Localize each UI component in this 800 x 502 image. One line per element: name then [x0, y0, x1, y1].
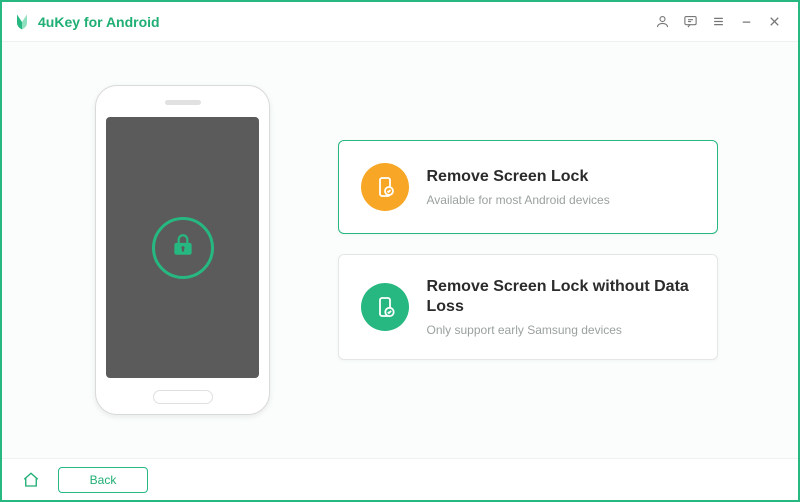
option-text: Remove Screen Lock Available for most An…	[427, 167, 610, 207]
option-title: Remove Screen Lock without Data Loss	[427, 277, 695, 317]
option-remove-screen-lock[interactable]: Remove Screen Lock Available for most An…	[338, 140, 718, 234]
lock-ring	[152, 217, 214, 279]
close-button[interactable]	[760, 8, 788, 36]
menu-button[interactable]	[704, 8, 732, 36]
app-title: 4uKey for Android	[38, 14, 160, 30]
phone-speaker	[165, 100, 201, 105]
phone-screen	[106, 117, 259, 378]
option-subtitle: Only support early Samsung devices	[427, 323, 695, 337]
phone-check-icon	[361, 283, 409, 331]
back-button-label: Back	[90, 473, 117, 487]
option-subtitle: Available for most Android devices	[427, 193, 610, 207]
phone-unlock-icon	[361, 163, 409, 211]
minimize-button[interactable]	[732, 8, 760, 36]
main-content: Remove Screen Lock Available for most An…	[2, 42, 798, 458]
feedback-button[interactable]	[676, 8, 704, 36]
lock-icon	[170, 232, 196, 263]
option-remove-without-data-loss[interactable]: Remove Screen Lock without Data Loss Onl…	[338, 254, 718, 360]
app-logo: 4uKey for Android	[12, 12, 160, 32]
option-text: Remove Screen Lock without Data Loss Onl…	[427, 277, 695, 337]
phone-home-button	[153, 390, 213, 404]
phone-illustration	[83, 85, 283, 415]
titlebar: 4uKey for Android	[2, 2, 798, 42]
option-title: Remove Screen Lock	[427, 167, 610, 187]
account-button[interactable]	[648, 8, 676, 36]
options-list: Remove Screen Lock Available for most An…	[338, 140, 718, 360]
phone-body	[95, 85, 270, 415]
home-button[interactable]	[18, 467, 44, 493]
back-button[interactable]: Back	[58, 467, 148, 493]
footer: Back	[2, 458, 798, 500]
app-window: 4uKey for Android	[0, 0, 800, 502]
logo-icon	[12, 12, 32, 32]
